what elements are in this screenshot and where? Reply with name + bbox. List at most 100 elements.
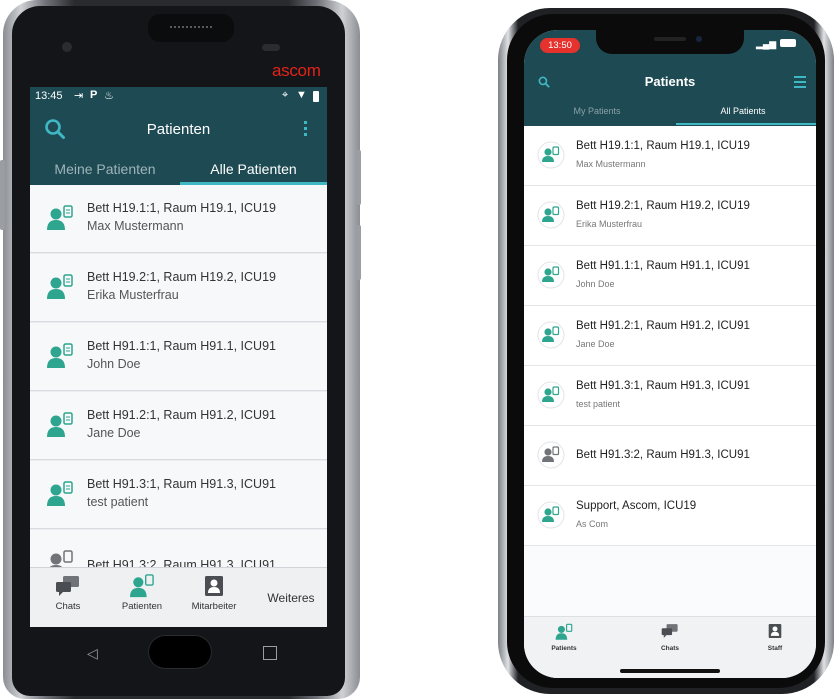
bed-location: Bett H91.1:1, Raum H91.1, ICU91 <box>576 260 750 272</box>
staff-icon <box>204 575 224 597</box>
patient-row[interactable]: Bett H91.3:1, Raum H91.3, ICU91 test pat… <box>30 461 327 529</box>
wifi-icon: ▼ <box>296 89 307 101</box>
notification-icon: ⇥ <box>74 90 84 102</box>
menu-icon[interactable] <box>794 76 806 88</box>
bed-location: Bett H91.3:2, Raum H91.3, ICU91 <box>576 449 750 461</box>
status-bar: 13:45 ⇥ P ♨ ⌖ ▼ <box>30 87 327 107</box>
bed-location: Bett H19.2:1, Raum H19.2, ICU19 <box>576 200 750 212</box>
tab-all-patients[interactable]: All Patients <box>670 106 816 116</box>
overflow-menu-icon[interactable] <box>304 119 308 136</box>
patient-list: Bett H19.1:1, Raum H19.1, ICU19 Max Must… <box>30 185 327 567</box>
patient-row[interactable]: Bett H91.1:1, Raum H91.1, ICU91 John Doe <box>30 323 327 391</box>
nav-patients[interactable]: Patienten <box>114 568 170 627</box>
nav-label: Staff <box>767 645 783 652</box>
patient-icon <box>537 501 565 529</box>
bed-location: Bett H91.1:1, Raum H91.1, ICU91 <box>87 339 276 353</box>
nav-label: Patients <box>551 645 577 652</box>
patient-row[interactable]: Bett H91.2:1, Raum H91.2, ICU91 Jane Doe <box>524 306 816 366</box>
nav-label: Patienten <box>121 601 163 612</box>
app-bar: Patienten <box>30 107 327 153</box>
nav-more[interactable]: Weiteres <box>258 568 324 627</box>
nav-patients[interactable]: Patients <box>544 621 584 671</box>
front-camera <box>62 42 72 52</box>
home-key[interactable] <box>148 635 212 669</box>
patient-icon <box>46 205 74 231</box>
patient-icon-inactive <box>537 441 565 469</box>
android-side-button-right <box>356 150 361 205</box>
patient-icon <box>537 201 565 229</box>
patient-icon <box>555 623 573 641</box>
home-indicator[interactable] <box>620 669 720 673</box>
patient-name: Max Mustermann <box>576 159 646 169</box>
battery-icon <box>313 91 319 102</box>
nav-staff[interactable]: Staff <box>755 621 795 671</box>
patient-row[interactable]: Bett H91.1:1, Raum H91.1, ICU91 John Doe <box>524 246 816 306</box>
patient-icon <box>537 141 565 169</box>
sensor <box>262 44 280 51</box>
nav-label: Chats <box>55 601 81 612</box>
patient-row[interactable]: Bett H91.3:1, Raum H91.3, ICU91 test pat… <box>524 366 816 426</box>
nav-chats[interactable]: Chats <box>40 568 96 627</box>
android-soft-keys: ◁ <box>30 627 327 682</box>
patient-icon <box>46 343 74 369</box>
tab-my-patients[interactable]: Meine Patienten <box>30 153 180 185</box>
patient-name: test patient <box>576 399 621 409</box>
brand-logo: ascom <box>272 61 321 80</box>
status-time: 13:50 <box>540 38 580 53</box>
notch <box>596 30 744 54</box>
page-title: Patients <box>644 74 696 89</box>
bed-location: Bett H91.3:1, Raum H91.3, ICU91 <box>576 380 750 392</box>
page-title: Patienten <box>146 121 211 138</box>
patient-row[interactable]: Bett H19.2:1, Raum H19.2, ICU19 Erika Mu… <box>524 186 816 246</box>
patient-icon <box>537 261 565 289</box>
bed-location: Bett H91.3:1, Raum H91.3, ICU91 <box>87 477 276 491</box>
patient-row[interactable]: Bett H91.2:1, Raum H91.2, ICU91 Jane Doe <box>30 392 327 460</box>
bed-location: Bett H19.2:1, Raum H19.2, ICU19 <box>87 270 276 284</box>
signal-icon: ▂▄▆ <box>756 39 777 49</box>
bottom-navigation: Patients Chats Staff <box>524 616 816 678</box>
patient-row[interactable]: Bett H19.1:1, Raum H19.1, ICU19 Max Must… <box>524 126 816 186</box>
patient-row[interactable]: Bett H19.2:1, Raum H19.2, ICU19 Erika Mu… <box>30 254 327 322</box>
bed-location: Bett H91.2:1, Raum H91.2, ICU91 <box>87 408 276 422</box>
earpiece-speaker <box>148 14 234 42</box>
bed-location: Bett H91.3:2, Raum H91.3, ICU91 <box>87 558 276 567</box>
chat-icon <box>661 623 679 639</box>
location-icon: ⌖ <box>282 89 289 101</box>
patient-name: Jane Doe <box>576 339 615 349</box>
bed-location: Support, Ascom, ICU19 <box>576 500 697 512</box>
patient-icon <box>46 481 74 507</box>
android-screen: 13:45 ⇥ P ♨ ⌖ ▼ Patienten Meine Patiente… <box>30 87 327 627</box>
nav-chats[interactable]: Chats <box>650 621 690 671</box>
patient-name: John Doe <box>87 357 141 371</box>
nav-staff[interactable]: Mitarbeiter <box>182 568 246 627</box>
tab-all-patients[interactable]: Alle Patienten <box>180 153 327 185</box>
patient-icon <box>129 574 155 598</box>
battery-icon <box>780 39 796 47</box>
android-side-button <box>0 160 5 230</box>
patient-name: John Doe <box>576 279 615 289</box>
flame-icon: ♨ <box>104 90 114 102</box>
patient-icon <box>46 412 74 438</box>
patient-name: As Com <box>576 519 609 529</box>
nav-label: Mitarbeiter <box>191 601 237 612</box>
patient-icon-inactive <box>46 550 74 567</box>
tab-my-patients[interactable]: My Patients <box>524 106 670 116</box>
parking-icon: P <box>90 89 98 101</box>
back-key-icon[interactable]: ◁ <box>87 645 98 662</box>
active-tab-indicator <box>676 123 816 125</box>
patient-name: Jane Doe <box>87 426 141 440</box>
staff-icon <box>768 623 782 639</box>
patient-row[interactable]: Bett H91.3:2, Raum H91.3, ICU91 <box>524 426 816 486</box>
nav-label: Chats <box>660 645 680 652</box>
patient-row[interactable]: Support, Ascom, ICU19 As Com <box>524 486 816 546</box>
patient-icon <box>46 274 74 300</box>
bottom-navigation: Chats Patienten Mitarbeiter Weiteres <box>30 567 327 627</box>
chat-icon <box>55 575 81 597</box>
patient-row[interactable]: Bett H19.1:1, Raum H19.1, ICU19 Max Must… <box>30 185 327 253</box>
patient-row[interactable]: Bett H91.3:2, Raum H91.3, ICU91 <box>30 530 327 567</box>
bed-location: Bett H19.1:1, Raum H19.1, ICU19 <box>576 140 750 152</box>
status-time: 13:45 <box>35 90 63 102</box>
patient-name: test patient <box>87 495 149 509</box>
bed-location: Bett H19.1:1, Raum H19.1, ICU19 <box>87 201 276 215</box>
recent-apps-key-icon[interactable] <box>263 646 277 660</box>
